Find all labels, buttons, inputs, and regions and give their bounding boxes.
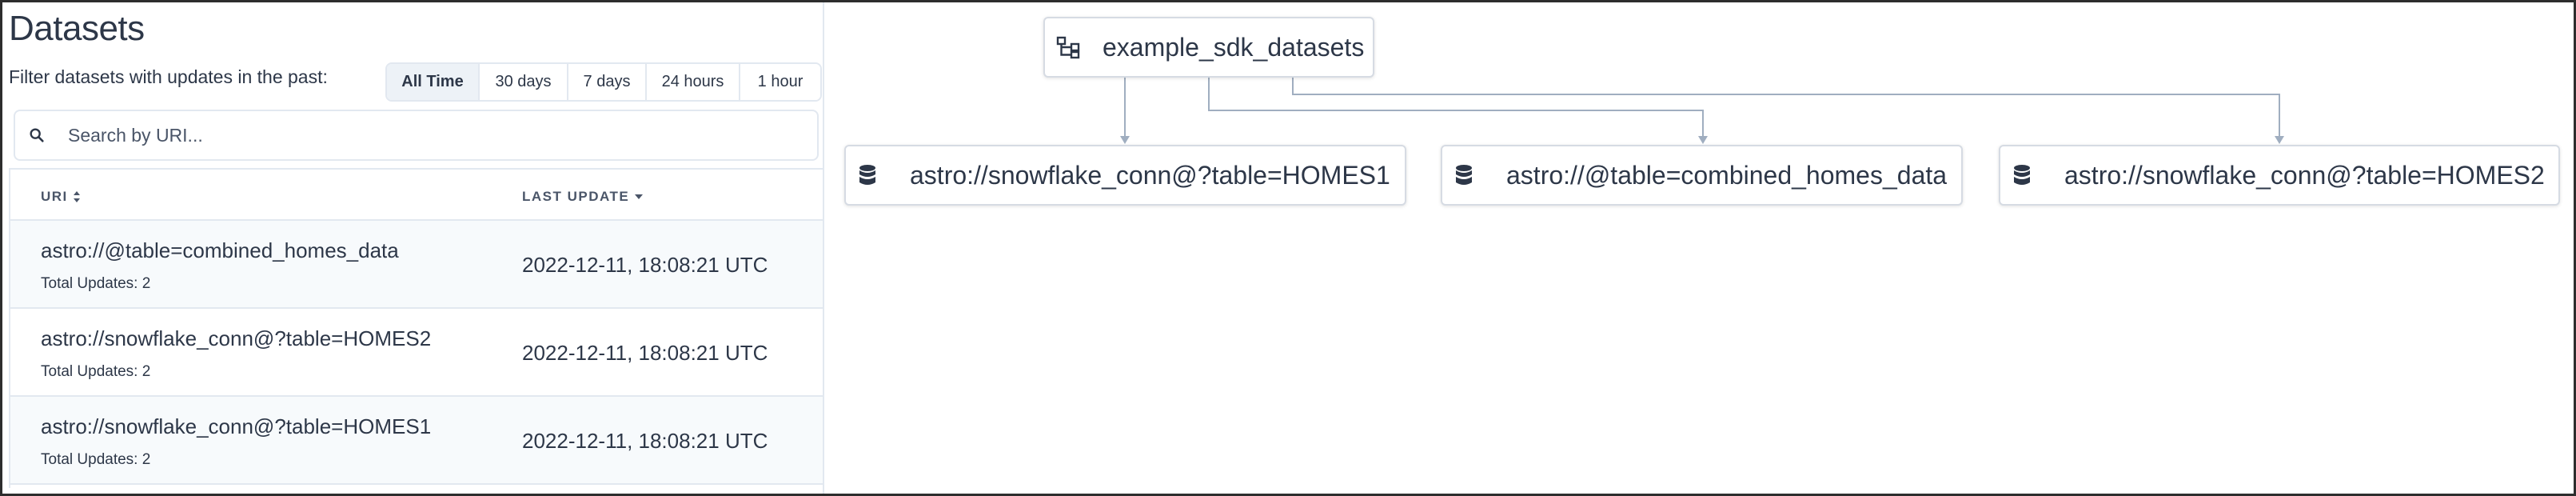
last-update-date: 2022-12-11, 18:08:21 UTC [522, 429, 768, 453]
search-box [14, 110, 819, 161]
table-header: URI LAST UPDATE [10, 170, 823, 221]
database-icon [1456, 165, 1472, 185]
page-title: Datasets [9, 9, 145, 48]
panel-divider [823, 2, 824, 494]
dataset-uri: astro://@table=combined_homes_data [41, 238, 399, 262]
dag-node[interactable]: example_sdk_datasets [1043, 17, 1374, 78]
table-row[interactable]: astro://@table=combined_homes_data Total… [10, 221, 823, 309]
dataset-label: astro://snowflake_conn@?table=HOMES2 [2064, 160, 2545, 190]
database-icon [2014, 165, 2030, 185]
dataset-node-homes1[interactable]: astro://snowflake_conn@?table=HOMES1 [844, 145, 1406, 206]
table-row[interactable]: astro://snowflake_conn@?table=HOMES1 Tot… [10, 397, 823, 485]
filter-24-hours-button[interactable]: 24 hours [647, 64, 740, 100]
sort-desc-icon [635, 194, 644, 199]
dag-label: example_sdk_datasets [1103, 32, 1365, 62]
uri-column-header[interactable]: URI [41, 189, 81, 205]
total-updates: Total Updates: 2 [41, 275, 151, 292]
filter-all-time-button[interactable]: All Time [387, 64, 480, 100]
filter-label: Filter datasets with updates in the past… [9, 66, 328, 87]
last-update-column-header[interactable]: LAST UPDATE [522, 189, 644, 205]
datasets-table: URI LAST UPDATE astro://@table=combined_… [9, 168, 823, 488]
uri-header-label: URI [41, 189, 68, 204]
total-updates: Total Updates: 2 [41, 363, 151, 380]
dataset-node-homes2[interactable]: astro://snowflake_conn@?table=HOMES2 [1999, 145, 2560, 206]
total-updates: Total Updates: 2 [41, 451, 151, 468]
sort-icon [73, 191, 80, 202]
dag-icon [1056, 36, 1080, 59]
dataset-label: astro://snowflake_conn@?table=HOMES1 [910, 160, 1390, 190]
search-icon [30, 128, 44, 142]
dataset-uri: astro://snowflake_conn@?table=HOMES1 [41, 414, 432, 438]
datasets-panel: Datasets Filter datasets with updates in… [2, 2, 823, 494]
filter-7-days-button[interactable]: 7 days [568, 64, 647, 100]
dataset-uri: astro://snowflake_conn@?table=HOMES2 [41, 326, 432, 350]
table-row[interactable]: astro://snowflake_conn@?table=HOMES2 Tot… [10, 309, 823, 397]
filter-1-hour-button[interactable]: 1 hour [740, 64, 820, 100]
last-update-date: 2022-12-11, 18:08:21 UTC [522, 253, 768, 277]
database-icon [859, 165, 875, 185]
time-filter-group: All Time 30 days 7 days 24 hours 1 hour [385, 62, 822, 102]
last-update-date: 2022-12-11, 18:08:21 UTC [522, 341, 768, 365]
last-update-header-label: LAST UPDATE [522, 189, 630, 204]
dataset-node-combined[interactable]: astro://@table=combined_homes_data [1441, 145, 1963, 206]
dataset-label: astro://@table=combined_homes_data [1506, 160, 1948, 190]
filter-30-days-button[interactable]: 30 days [480, 64, 568, 100]
search-input[interactable] [68, 124, 788, 146]
